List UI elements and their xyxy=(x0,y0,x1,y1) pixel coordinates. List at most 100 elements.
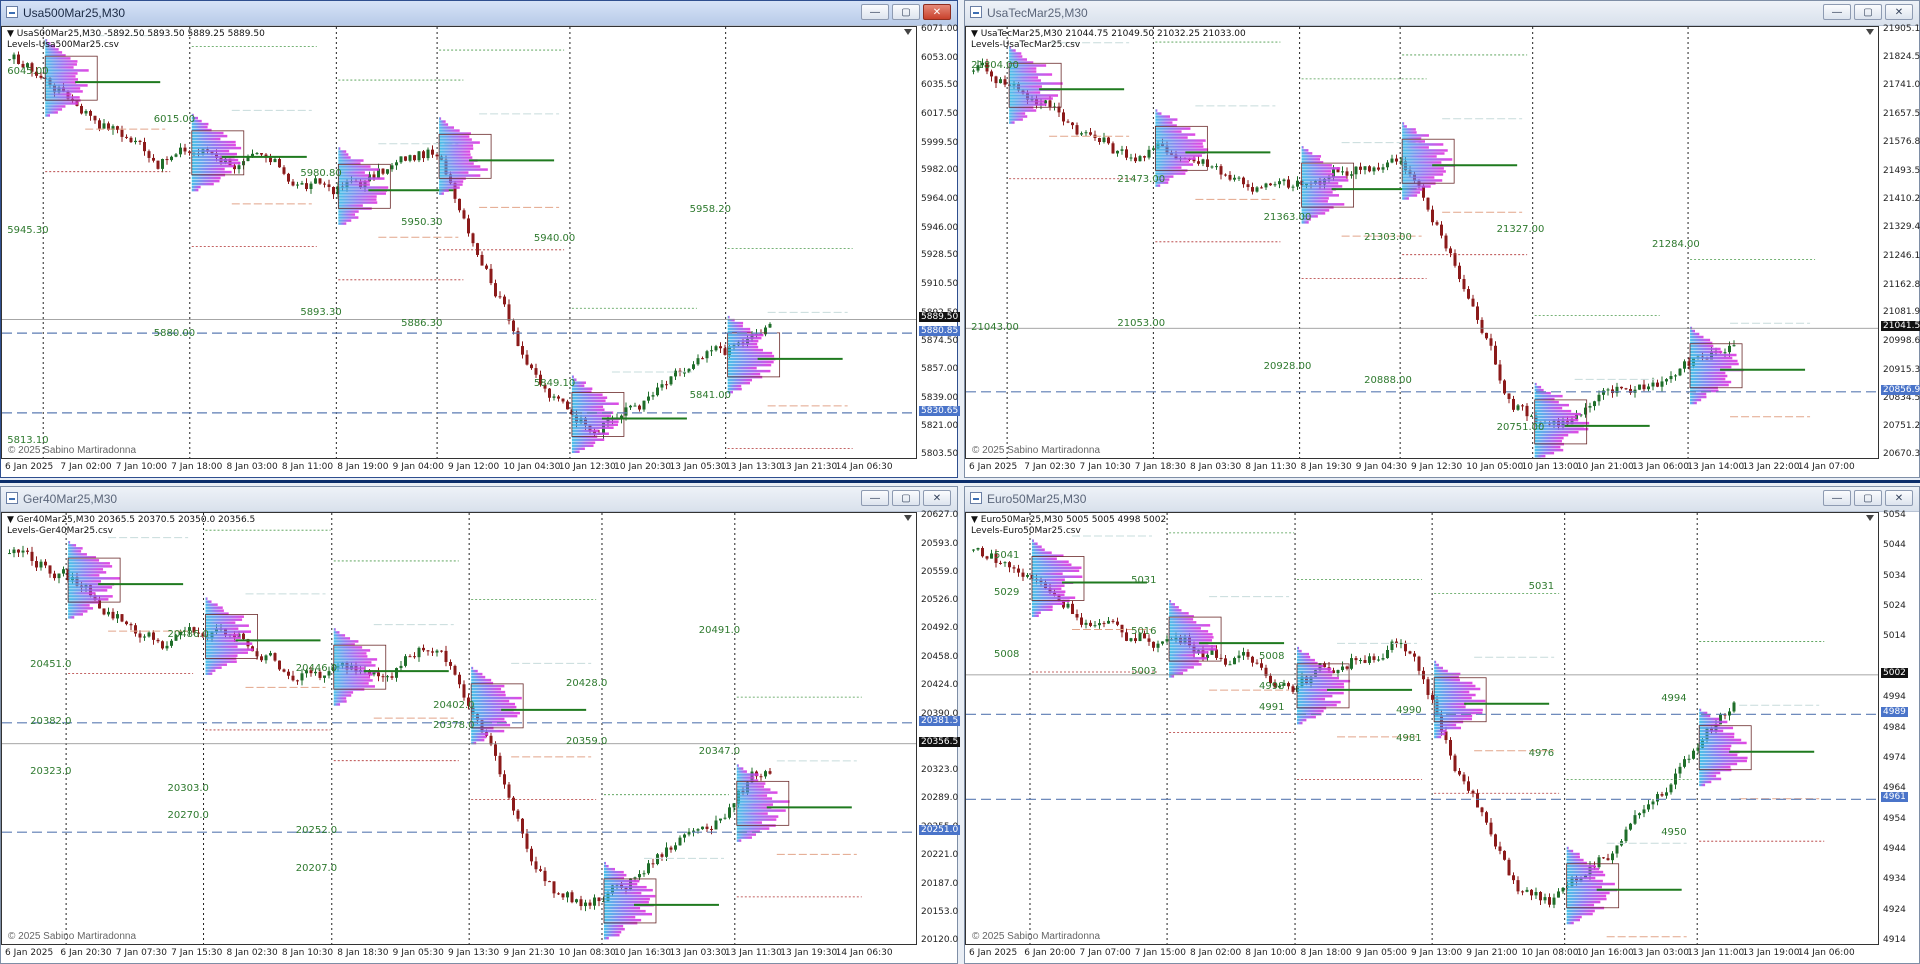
volume-profile-bar xyxy=(1434,660,1437,664)
maximize-button[interactable]: ▢ xyxy=(1854,4,1882,20)
time-tick-label: 6 Jan 2025 xyxy=(969,462,1018,472)
candle-body xyxy=(327,184,331,188)
volume-profile-bar xyxy=(439,138,472,141)
close-button[interactable]: ✕ xyxy=(1885,4,1913,20)
candle-body xyxy=(999,79,1002,84)
candle-body xyxy=(390,676,394,678)
volume-profile-bar xyxy=(1699,708,1702,712)
price-tick-label: 20627.0 xyxy=(921,510,959,520)
chart-plot-area[interactable]: 5029 5016 4991 4981 5031 4994 5041 5031 5008 4990… xyxy=(965,512,1879,945)
candle-body xyxy=(759,776,763,778)
level-price-label: 4950 xyxy=(1661,826,1687,838)
candle-body xyxy=(1642,809,1646,814)
volume-profile-bar xyxy=(68,616,75,619)
candle-body xyxy=(323,183,326,185)
volume-profile-bar xyxy=(45,60,78,63)
window-titlebar[interactable]: UsaTecMar25,M30 — ▢ ✕ xyxy=(965,1,1919,26)
price-tick-label: 5964.00 xyxy=(921,194,959,204)
candle-body xyxy=(372,672,376,675)
minimize-button[interactable]: — xyxy=(1823,4,1851,20)
time-axis[interactable]: 6 Jan 2025 6 Jan 20:30 7 Jan 07:30 7 Jan 15… xyxy=(1,945,957,963)
minimize-button[interactable]: — xyxy=(861,4,889,20)
volume-profile-bar xyxy=(1699,735,1735,739)
volume-profile-bar xyxy=(1566,903,1595,907)
volume-profile-bar xyxy=(727,345,759,349)
level-price-label: 21043.00 xyxy=(971,321,1019,333)
maximize-button[interactable]: ▢ xyxy=(1854,490,1882,506)
close-button[interactable]: ✕ xyxy=(1885,490,1913,506)
price-axis[interactable]: 20627.0 20593.0 20559.0 20526.0 20492.0 20458… xyxy=(917,510,959,945)
candle-body xyxy=(269,157,272,163)
candle-body xyxy=(1606,389,1610,391)
candle-body xyxy=(17,549,20,553)
close-button[interactable]: ✕ xyxy=(923,4,951,20)
close-button[interactable]: ✕ xyxy=(923,490,951,506)
volume-profile-bar xyxy=(1155,145,1204,148)
volume-profile-bar xyxy=(1434,726,1461,730)
time-axis[interactable]: 6 Jan 2025 7 Jan 02:00 7 Jan 10:00 7 Jan 18… xyxy=(1,459,957,477)
window-titlebar[interactable]: Ger40Mar25,M30 — ▢ ✕ xyxy=(1,487,957,512)
price-tick-label: 21410.25 xyxy=(1883,194,1920,205)
minimize-button[interactable]: — xyxy=(1823,490,1851,506)
candle-body xyxy=(471,233,475,244)
candle-body xyxy=(1147,638,1151,642)
candle-body xyxy=(678,837,682,846)
price-tick-label: 20998.65 xyxy=(1883,336,1920,346)
volume-profile-bar xyxy=(1402,188,1423,191)
chart-shift-marker-icon[interactable] xyxy=(1866,29,1874,35)
window-titlebar[interactable]: Euro50Mar25,M30 — ▢ ✕ xyxy=(965,487,1919,512)
candle-body xyxy=(1125,149,1128,158)
chart-window-w2[interactable]: UsaTecMar25,M30 — ▢ ✕ 21804.00 21473.00 21363.… xyxy=(964,0,1920,478)
candle-body xyxy=(1026,575,1029,577)
level-price-label: 5029 xyxy=(993,586,1020,598)
price-tick-label: 21493.55 xyxy=(1883,165,1920,176)
volume-profile-bar xyxy=(338,165,371,168)
candle-body xyxy=(1602,857,1605,859)
candle-body xyxy=(417,151,421,161)
candle-body xyxy=(444,650,448,662)
volume-profile-bar xyxy=(439,189,449,192)
chart-window-w4[interactable]: Euro50Mar25,M30 — ▢ ✕ 5029 5016 4991 4981 5031 49… xyxy=(964,486,1920,964)
chart-shift-marker-icon[interactable] xyxy=(904,515,912,521)
candle-body xyxy=(143,141,146,152)
volume-profile-bar xyxy=(1031,560,1069,563)
chart-window-w3[interactable]: Ger40Mar25,M30— ▢ ✕ 20451.0 20486.0 20446.0 20… xyxy=(0,486,961,964)
candle-body xyxy=(1354,166,1358,175)
volume-profile-bar xyxy=(45,66,74,69)
level-price-label: 5945.30 xyxy=(7,224,49,236)
volume-profile-bar xyxy=(205,600,212,603)
price-tick-label: 4974 xyxy=(1883,752,1906,763)
time-axis[interactable]: 6 Jan 2025 7 Jan 02:30 7 Jan 10:30 7 Jan 18… xyxy=(965,459,1919,477)
maximize-button[interactable]: ▢ xyxy=(892,4,920,20)
price-axis[interactable]: 5054504450345024501450024994498449744964… xyxy=(1879,510,1919,945)
candle-body xyxy=(1539,892,1542,901)
candle-body xyxy=(521,818,524,834)
candle-body xyxy=(1620,386,1623,389)
candle-body xyxy=(656,854,659,865)
time-axis[interactable]: 6 Jan 2025 6 Jan 20:00 7 Jan 07:00 7 Jan 15… xyxy=(965,945,1919,963)
volume-profile-bar xyxy=(1297,664,1324,668)
maximize-button[interactable]: ▢ xyxy=(892,490,920,506)
candle-body xyxy=(1381,167,1385,170)
minimize-button[interactable]: — xyxy=(861,490,889,506)
window-titlebar[interactable]: Usa500Mar25,M30 — ▢ ✕ xyxy=(1,1,957,26)
chart-plot-area[interactable]: 21804.00 21473.00 21363.00 21303.00 21327.00… xyxy=(965,26,1879,459)
time-tick-label: 10 Jan 12:30 xyxy=(558,462,616,472)
volume-profile-bar xyxy=(1301,179,1349,182)
chart-plot-area[interactable]: 6045.00 6015.00 5980.80 5950.30 5940.00 5958.… xyxy=(1,26,917,459)
time-tick-label: 7 Jan 18:00 xyxy=(171,462,223,472)
time-tick-label: 10 Jan 21:00 xyxy=(1576,462,1634,472)
chart-shift-marker-icon[interactable] xyxy=(904,29,912,35)
volume-profile-bar xyxy=(191,140,236,144)
chart-shift-marker-icon[interactable] xyxy=(1866,515,1874,521)
candle-body xyxy=(976,548,980,550)
volume-profile-bar xyxy=(1297,694,1333,698)
candle-body xyxy=(1233,658,1236,665)
price-axis[interactable]: 6071.00 6053.00 6035.50 6017.50 5999.50 5982.… xyxy=(917,24,959,459)
chart-window-w1[interactable]: Usa500Mar25,M30 — ▢ ✕ 6045.00 6015.00 5980.80 5… xyxy=(0,0,961,478)
chart-plot-area[interactable]: 20451.0 20486.0 20446.0 20402.0 20428.0 20491… xyxy=(1,512,917,945)
volume-profile-bar xyxy=(68,610,88,613)
volume-profile-bar xyxy=(205,633,240,636)
candle-body xyxy=(1449,248,1452,254)
volume-profile-bar xyxy=(1699,777,1722,781)
